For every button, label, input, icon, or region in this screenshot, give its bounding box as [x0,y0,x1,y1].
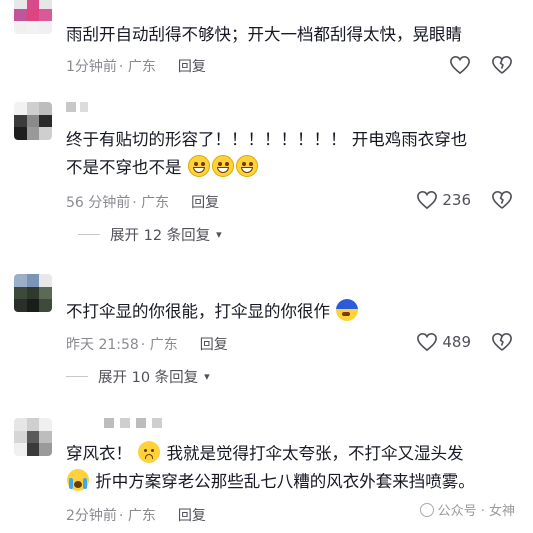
like-count: 236 [442,191,471,209]
comment-location: · 广东 [118,508,156,524]
like-button[interactable]: 489 [416,332,471,352]
like-button[interactable] [449,55,471,75]
comment-text: 雨刮开自动刮得不够快；开大一档都刮得太快，晃眼睛 [66,25,462,44]
comment-text: 终于有贴切的形容了！！！！！！！！ 开电鸡雨衣穿也 不是不穿也不是 [66,126,513,182]
chevron-down-icon: ▾ [204,370,210,383]
username[interactable] [104,418,162,430]
comment-text-line: 折中方案穿老公那些乱七八糟的风衣外套来挡喷雾。 [95,472,475,491]
broken-heart-icon [492,55,512,74]
avatar[interactable] [14,0,52,34]
comment-time: 昨天 21:58 [66,337,139,353]
grin-emoji-icon [187,155,210,177]
avatar[interactable] [14,418,52,456]
heart-icon [417,190,438,210]
comment-meta: 56 分钟前 · 广东 回复 [66,192,219,212]
comment-item: 雨刮开自动刮得不够快；开大一档都刮得太快，晃眼睛 1分钟前 · 广东 回复 [0,0,533,85]
comment-text-line: 不是不穿也不是 [66,158,182,177]
comment-text-line: 终于有贴切的形容了！！！！！！！！ 开电鸡雨衣穿也 [66,130,468,149]
comment-location: · 广东 [132,195,170,211]
username[interactable] [66,102,88,114]
comment-text-line: 不打伞显的你很能，打伞显的你很作 [66,302,330,321]
chevron-down-icon: ▾ [216,228,222,241]
comment-meta: 1分钟前 · 广东 回复 [66,56,206,76]
comment-location: · 广东 [140,337,178,353]
avatar[interactable] [14,102,52,140]
watermark-text: 公众号 · 女神 [437,504,515,519]
comment-item: 不打伞显的你很能，打伞显的你很作 昨天 21:58 · 广东 回复 489 展开… [0,270,533,400]
comment-text-line: 穿风衣！ [66,444,132,463]
comment-actions: 489 [416,332,513,352]
grin-emoji-icon [211,155,234,177]
reply-button[interactable]: 回复 [178,505,206,525]
heart-icon [417,332,438,352]
comment-time: 1分钟前 [66,59,117,75]
reply-button[interactable]: 回复 [200,334,228,354]
dislike-button[interactable] [491,55,513,75]
comment-location: · 广东 [118,59,156,75]
grin-emoji-icon [235,155,258,177]
heart-icon [450,55,470,75]
comment-actions [449,55,513,75]
crying-emoji-icon [67,469,89,491]
reply-button[interactable]: 回复 [178,56,206,76]
comment-text: 不打伞显的你很能，打伞显的你很作 [66,298,513,326]
comment-meta: 2分钟前 · 广东 回复 [66,505,206,525]
dislike-button[interactable] [491,190,513,210]
comment-time: 2分钟前 [66,508,117,524]
dislike-button[interactable] [491,332,513,352]
watermark: 公众号 · 女神 [419,500,515,519]
rain-emoji-icon [336,299,359,321]
reply-button[interactable]: 回复 [191,192,219,212]
wechat-icon [419,502,434,517]
broken-heart-icon [492,190,512,209]
nervous-emoji-icon [138,441,161,463]
expand-replies-button[interactable]: 展开 12 条回复 ▾ [78,224,222,245]
comment-actions: 236 [416,190,513,210]
expand-replies-label: 展开 12 条回复 [110,228,211,244]
comment-time: 56 分钟前 [66,195,131,211]
like-button[interactable]: 236 [416,190,471,210]
comment-text-line: 我就是觉得打伞太夸张，不打伞又湿头发 [166,444,464,463]
like-count: 489 [442,333,471,351]
comment-item: 终于有贴切的形容了！！！！！！！！ 开电鸡雨衣穿也 不是不穿也不是 56 分钟前… [0,96,533,256]
divider [78,234,100,235]
expand-replies-button[interactable]: 展开 10 条回复 ▾ [66,366,210,387]
avatar[interactable] [14,274,52,312]
broken-heart-icon [492,332,512,351]
divider [66,376,88,377]
comment-meta: 昨天 21:58 · 广东 回复 [66,334,228,354]
expand-replies-label: 展开 10 条回复 [98,370,199,386]
comment-text: 穿风衣！ 我就是觉得打伞太夸张，不打伞又湿头发 折中方案穿老公那些乱七八糟的风衣… [66,440,513,496]
